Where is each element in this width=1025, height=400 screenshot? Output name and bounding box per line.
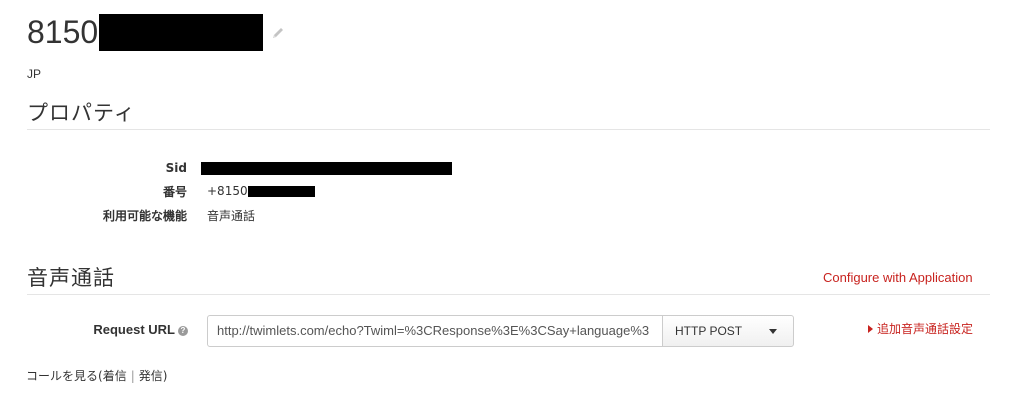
voice-divider [27,294,990,295]
phone-number-title: 8150 [27,12,264,52]
property-value-number: +8150 [207,184,315,198]
http-method-value: HTTP POST [675,324,743,338]
property-label-number: 番号 [162,184,187,199]
view-calls-prefix: コールを見る( [26,369,103,383]
http-method-select[interactable]: HTTP POST [662,315,794,347]
property-value-sid [201,161,452,175]
redacted-sid [201,161,452,175]
voice-section-title: 音声通話 [27,266,115,290]
phone-number-prefix: 8150 [27,14,99,50]
property-row-capabilities: 利用可能な機能 音声通話 [27,205,527,225]
calls-separator: | [130,368,135,383]
property-value-number-prefix: +8150 [207,184,248,198]
request-url-label: Request URL? [27,322,188,337]
view-calls-row: コールを見る( 着信 | 発信 ) [26,367,167,384]
request-url-input[interactable]: http://twimlets.com/echo?Twiml=%3CRespon… [207,315,663,347]
triangle-right-icon [868,324,873,333]
property-value-capabilities: 音声通話 [207,208,256,223]
view-calls-suffix: ) [162,368,168,383]
configure-with-application-link[interactable]: Configure with Application [823,270,973,285]
request-url-label-text: Request URL [93,322,175,337]
redacted-phone-digits [99,13,264,51]
property-label-capabilities: 利用可能な機能 [102,208,187,223]
incoming-calls-link[interactable]: 着信 [103,367,127,384]
property-row-number: 番号 +8150 [27,181,527,201]
add-voice-setting-link[interactable]: 追加音声通話設定 [868,320,973,337]
help-icon[interactable]: ? [178,326,188,336]
redacted-number [247,185,315,197]
chevron-down-icon [769,329,777,334]
pencil-icon[interactable] [271,25,285,39]
add-voice-setting-label: 追加音声通話設定 [877,322,974,336]
outgoing-calls-link[interactable]: 発信 [139,367,163,384]
property-label-sid: Sid [165,161,187,175]
property-row-sid: Sid [27,158,527,178]
properties-section-title: プロパティ [27,101,136,125]
properties-divider [27,129,990,130]
country-code: JP [27,67,42,81]
